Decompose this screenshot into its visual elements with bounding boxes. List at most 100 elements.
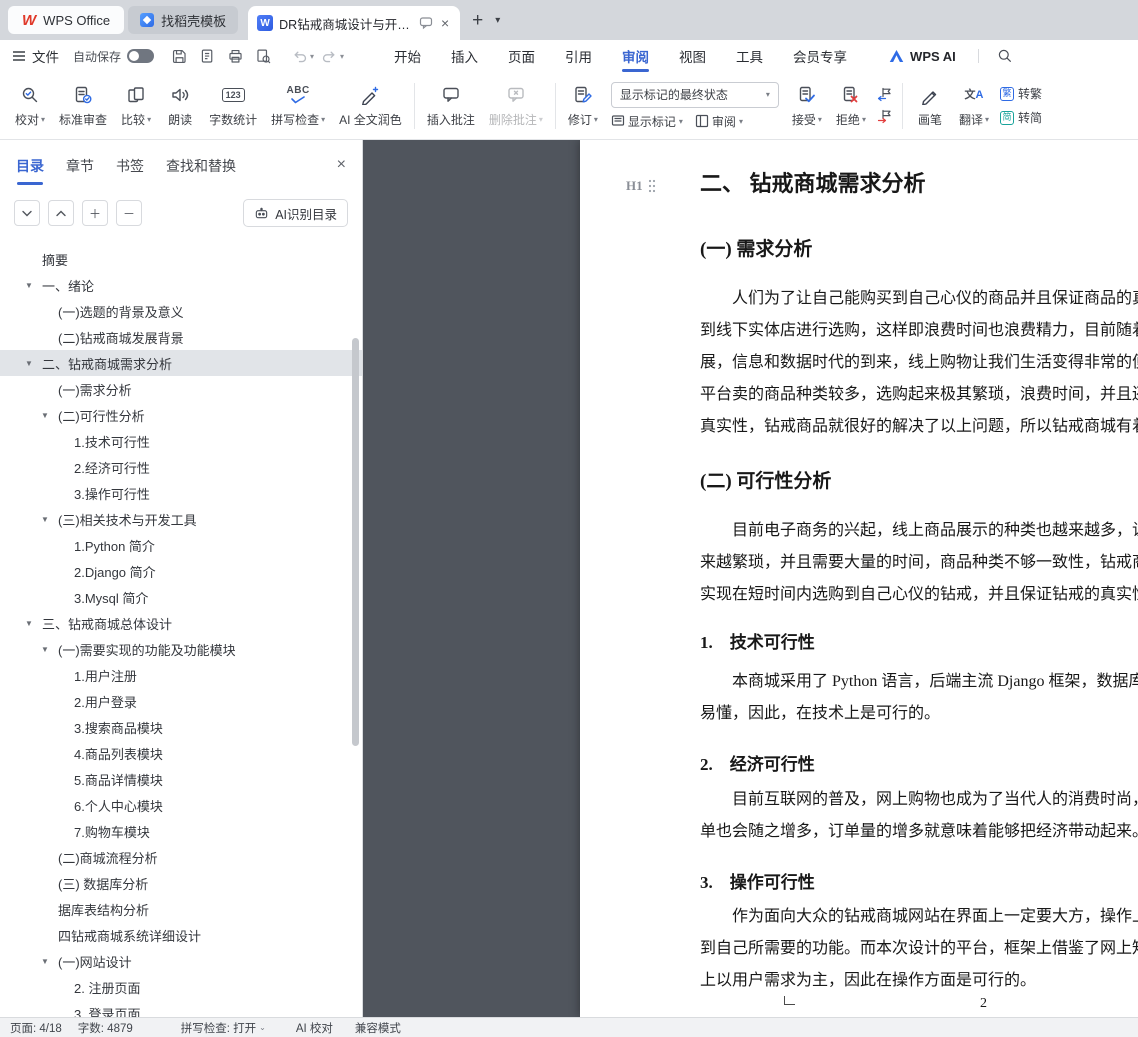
zoom-out-level-button[interactable]: － — [116, 200, 142, 226]
menu-tab[interactable]: 引用 — [565, 40, 592, 72]
sidebar-tab[interactable]: 章节 — [66, 156, 94, 176]
toc-item[interactable]: ▼ 2. 注册页面 — [0, 974, 362, 1000]
delete-comment-button[interactable]: 删除批注▾ — [482, 79, 550, 132]
toc-item[interactable]: ▼ 摘要 — [0, 246, 362, 272]
chevron-expanded-icon[interactable]: ▼ — [25, 619, 33, 628]
redo-chevron-icon[interactable]: ▾ — [340, 52, 344, 61]
toc-item[interactable]: ▼ (一)选题的背景及意义 — [0, 298, 362, 324]
close-sidebar-icon[interactable]: × — [337, 156, 346, 174]
toc-item[interactable]: ▼ 据库表结构分析 — [0, 896, 362, 922]
menu-tab[interactable]: 工具 — [736, 40, 763, 72]
zoom-in-level-button[interactable]: ＋ — [82, 200, 108, 226]
next-change-button[interactable] — [877, 109, 893, 124]
toc-item[interactable]: ▼ 3. 登录页面 — [0, 1000, 362, 1017]
wps-ai-button[interactable]: WPS AI — [889, 49, 956, 64]
status-word-count[interactable]: 字数: 4879 — [78, 1020, 133, 1036]
tab-docer-templates[interactable]: 找稻壳模板 — [128, 6, 238, 34]
drag-handle-icon[interactable] — [648, 179, 656, 193]
toc-item[interactable]: ▼ 四钻戒商城系统详细设计 — [0, 922, 362, 948]
markup-state-dropdown[interactable]: 显示标记的最终状态 ▾ — [611, 82, 779, 108]
sidebar-tab[interactable]: 书签 — [116, 156, 144, 176]
chevron-expanded-icon[interactable]: ▼ — [41, 957, 49, 966]
toc-item[interactable]: ▼ 3.操作可行性 — [0, 480, 362, 506]
heading-level-marker[interactable]: H1 — [626, 178, 656, 194]
toc-item[interactable]: ▼ 5.商品详情模块 — [0, 766, 362, 792]
toc-item[interactable]: ▼ 二、钻戒商城需求分析 — [0, 350, 362, 376]
toc-item[interactable]: ▼ (一)网站设计 — [0, 948, 362, 974]
menu-tab[interactable]: 插入 — [451, 40, 478, 72]
menu-tab[interactable]: 会员专享 — [793, 40, 847, 72]
toc-item[interactable]: ▼ 4.商品列表模块 — [0, 740, 362, 766]
toc-item[interactable]: ▼ 三、钻戒商城总体设计 — [0, 610, 362, 636]
to-simplified-button[interactable]: 简 转简 — [1000, 109, 1042, 126]
proofread-button[interactable]: 校对▾ — [8, 79, 52, 132]
status-compat-mode[interactable]: 兼容模式 — [355, 1020, 401, 1036]
toc-item[interactable]: ▼ 7.购物车模块 — [0, 818, 362, 844]
toc-item[interactable]: ▼ 2.Django 简介 — [0, 558, 362, 584]
undo-icon[interactable] — [286, 44, 312, 68]
file-menu[interactable]: 文件 — [12, 46, 59, 66]
tab-active-document[interactable]: W DR钻戒商城设计与开发 论文 × — [248, 6, 460, 40]
ai-detect-toc-button[interactable]: AI识别目录 — [243, 199, 348, 227]
toc-item[interactable]: ▼ (一)需求分析 — [0, 376, 362, 402]
compare-button[interactable]: 比较▾ — [114, 79, 158, 132]
search-icon[interactable] — [997, 48, 1013, 64]
read-aloud-button[interactable]: 朗读 — [158, 79, 202, 132]
status-ai-proofread[interactable]: AI 校对 — [296, 1020, 333, 1036]
toc-item[interactable]: ▼ 2.用户登录 — [0, 688, 362, 714]
toc-item[interactable]: ▼ (三) 数据库分析 — [0, 870, 362, 896]
print-preview-icon[interactable] — [250, 44, 276, 68]
chevron-expanded-icon[interactable]: ▼ — [41, 645, 49, 654]
track-changes-button[interactable]: 修订▾ — [561, 79, 605, 132]
chevron-expanded-icon[interactable]: ▼ — [25, 281, 33, 290]
toc-item[interactable]: ▼ (二)可行性分析 — [0, 402, 362, 428]
tab-list-chevron-icon[interactable]: ▾ — [495, 15, 500, 26]
standard-review-button[interactable]: 标准审查 — [52, 79, 114, 132]
toc-item[interactable]: ▼ 3.Mysql 简介 — [0, 584, 362, 610]
status-spellcheck[interactable]: 拼写检查: 打开 ⌄ — [181, 1020, 266, 1036]
new-tab-button[interactable]: + — [472, 11, 483, 30]
print-icon[interactable] — [222, 44, 248, 68]
sidebar-scrollbar[interactable] — [352, 338, 359, 746]
toc-item[interactable]: ▼ 1.技术可行性 — [0, 428, 362, 454]
toc-item[interactable]: ▼ (二)钻戒商城发展背景 — [0, 324, 362, 350]
toc-item[interactable]: ▼ (一)需要实现的功能及功能模块 — [0, 636, 362, 662]
brush-button[interactable]: 画笔 — [908, 79, 952, 132]
toc-item[interactable]: ▼ 3.搜索商品模块 — [0, 714, 362, 740]
chevron-expanded-icon[interactable]: ▼ — [41, 411, 49, 420]
menu-tab[interactable]: 页面 — [508, 40, 535, 72]
status-page-indicator[interactable]: 页面: 4/18 — [10, 1020, 62, 1036]
toc-item[interactable]: ▼ 一、绪论 — [0, 272, 362, 298]
close-tab-icon[interactable]: × — [439, 15, 451, 31]
toc-item[interactable]: ▼ (三)相关技术与开发工具 — [0, 506, 362, 532]
menu-tab[interactable]: 审阅 — [622, 40, 649, 72]
insert-comment-button[interactable]: 插入批注 — [420, 79, 482, 132]
toc-item[interactable]: ▼ 1.用户注册 — [0, 662, 362, 688]
toc-item[interactable]: ▼ (二)商城流程分析 — [0, 844, 362, 870]
review-pane-button[interactable]: 审阅 ▾ — [695, 113, 743, 130]
accept-button[interactable]: 接受▾ — [785, 79, 829, 132]
previous-change-button[interactable] — [877, 87, 893, 102]
toc-item[interactable]: ▼ 6.个人中心模块 — [0, 792, 362, 818]
reject-button[interactable]: 拒绝▾ — [829, 79, 873, 132]
save-icon[interactable] — [166, 44, 192, 68]
toc-item[interactable]: ▼ 1.Python 简介 — [0, 532, 362, 558]
ai-polish-button[interactable]: AI 全文润色 — [332, 79, 409, 132]
toc-item[interactable]: ▼ 2.经济可行性 — [0, 454, 362, 480]
word-count-button[interactable]: 123 字数统计 — [202, 79, 264, 132]
chevron-expanded-icon[interactable]: ▼ — [25, 359, 33, 368]
undo-chevron-icon[interactable]: ▾ — [310, 52, 314, 61]
to-traditional-button[interactable]: 繁 转繁 — [1000, 85, 1042, 102]
expand-all-button[interactable] — [48, 200, 74, 226]
document-page[interactable]: H1 二、 钻戒商城需求分析 (一) 需求分析 人们为了让自己能购买到自己心仪的… — [580, 140, 1138, 1017]
spell-check-button[interactable]: ABC 拼写检查▾ — [264, 79, 332, 132]
show-markup-button[interactable]: 显示标记 ▾ — [611, 113, 683, 130]
redo-icon[interactable] — [316, 44, 342, 68]
menu-tab[interactable]: 视图 — [679, 40, 706, 72]
sidebar-tab[interactable]: 目录 — [16, 156, 44, 176]
export-pdf-icon[interactable] — [194, 44, 220, 68]
translate-button[interactable]: 文A 翻译▾ — [952, 79, 996, 132]
menu-tab[interactable]: 开始 — [394, 40, 421, 72]
autosave-toggle[interactable] — [127, 49, 154, 63]
sidebar-tab[interactable]: 查找和替换 — [166, 156, 236, 176]
